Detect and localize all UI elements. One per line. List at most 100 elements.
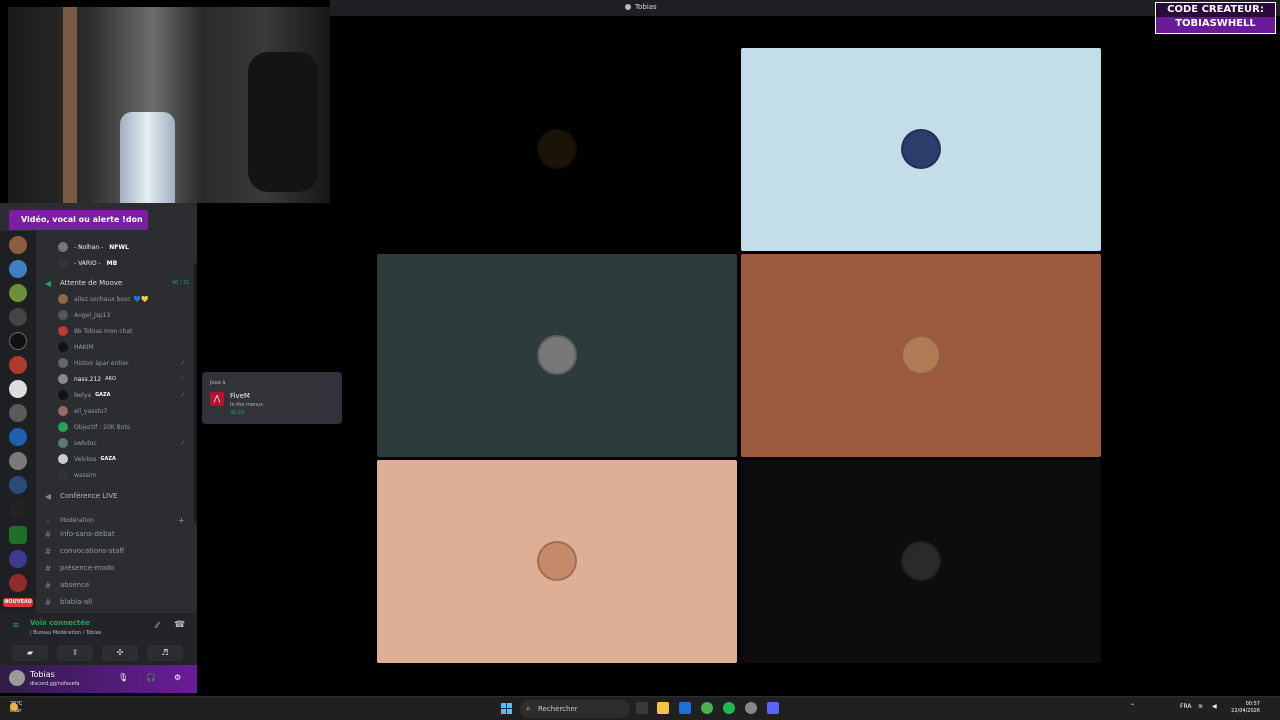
server-icon[interactable] <box>9 476 27 494</box>
participant-tile[interactable] <box>377 48 737 251</box>
speaker-icon: ◀ <box>44 491 52 501</box>
taskbar-clock[interactable]: 00:57 22/04/2026 <box>1228 701 1260 715</box>
voice-member[interactable]: 8b Tobias mon chat <box>58 324 132 338</box>
avatar <box>58 422 68 432</box>
server-list <box>0 231 36 616</box>
spotify-icon[interactable] <box>723 702 735 714</box>
avatar <box>58 294 68 304</box>
windows-taskbar: 26°C Clair ⌕ Rechercher ⌃ FRA ≋ ◀ 00:57 … <box>0 696 1280 720</box>
creator-code-badge: CODE CREATEUR: TOBIASWHELL <box>1155 2 1276 34</box>
member-row[interactable]: - Nolhan - NFWL <box>58 240 129 254</box>
avatar <box>58 326 68 336</box>
server-icon[interactable] <box>9 404 27 422</box>
app-icon[interactable] <box>745 702 757 714</box>
avatar <box>58 406 68 416</box>
voice-member[interactable]: Objectif : 20K Bots <box>58 420 130 434</box>
task-view-icon[interactable] <box>636 702 648 714</box>
disconnect-icon[interactable]: ☎ <box>174 620 185 630</box>
badge-line2: TOBIASWHELL <box>1175 18 1256 29</box>
server-icon[interactable] <box>9 356 27 374</box>
headphones-icon[interactable]: 🎧 <box>146 673 156 682</box>
voice-channel-attente[interactable]: ◀ Attente de Moove <box>44 276 122 290</box>
server-icon[interactable] <box>9 380 27 398</box>
voice-member[interactable]: swbdoc ⁄ <box>58 436 183 450</box>
voice-member[interactable]: wassim <box>58 468 96 482</box>
text-channel[interactable]: # absence <box>44 578 90 592</box>
avatar[interactable] <box>9 670 25 686</box>
hashtag-icon: # <box>44 580 52 590</box>
server-icon[interactable] <box>9 526 27 544</box>
fivem-icon: ⋀ <box>210 392 224 406</box>
server-icon[interactable] <box>9 332 27 350</box>
windows-start-icon[interactable] <box>501 703 513 715</box>
hashtag-icon: # <box>44 597 52 607</box>
voice-member[interactable]: ell_yassto7 <box>58 404 107 418</box>
window-titlebar: Tobias <box>330 0 1280 16</box>
wifi-icon[interactable]: ≋ <box>1198 703 1203 710</box>
discord-sidebar: NOUVEAU Vidéo, vocal ou alerte !don - No… <box>0 203 197 693</box>
member-row[interactable]: - VARIO - MB <box>58 256 117 270</box>
avatar <box>537 541 577 581</box>
webcam-overlay <box>8 7 330 203</box>
avatar <box>901 129 941 169</box>
participant-tile[interactable] <box>741 254 1101 457</box>
game-detail: In the menus <box>230 402 263 408</box>
voice-member[interactable]: Histoir àpar entier ⁄ <box>58 356 183 370</box>
server-icon[interactable] <box>9 308 27 326</box>
chevron-down-icon: ⌄ <box>45 516 51 524</box>
chrome-icon[interactable] <box>701 702 713 714</box>
activities-button[interactable]: ✣ <box>102 645 138 661</box>
server-icon[interactable] <box>9 550 27 568</box>
category-moderation[interactable]: ⌄ Modération <box>44 513 94 527</box>
file-explorer-icon[interactable] <box>657 702 669 714</box>
nouveau-badge: NOUVEAU <box>3 598 33 607</box>
language-indicator[interactable]: FRA <box>1180 703 1191 710</box>
store-icon[interactable] <box>679 702 691 714</box>
soundboard-button[interactable]: ♬ <box>147 645 183 661</box>
participant-tile[interactable] <box>377 460 737 663</box>
noise-icon[interactable]: ⁄⁄ <box>156 621 159 630</box>
text-channel[interactable]: # convocations-staff <box>44 544 125 558</box>
screen: Tobias CODE CREATEUR: TOBIASWHELL NOUVEA… <box>0 0 1280 720</box>
chevron-up-icon[interactable]: ⌃ <box>1130 703 1135 710</box>
server-icon[interactable] <box>9 574 27 592</box>
volume-icon[interactable]: ◀ <box>1212 703 1217 710</box>
camera-off-button[interactable]: ▰ <box>12 645 48 661</box>
add-channel-icon[interactable]: + <box>178 513 185 527</box>
text-channel[interactable]: # info-sans-débat <box>44 527 115 541</box>
participant-tile[interactable] <box>741 460 1101 663</box>
avatar <box>58 342 68 352</box>
voice-connected-sub: | Bureau Modération / Tobias <box>30 630 102 636</box>
avatar <box>58 470 68 480</box>
gear-icon[interactable]: ⚙ <box>174 673 181 682</box>
participant-tile[interactable] <box>741 48 1101 251</box>
server-icon[interactable] <box>9 236 27 254</box>
server-icon[interactable] <box>9 284 27 302</box>
participant-tile[interactable] <box>377 254 737 457</box>
server-icon[interactable] <box>9 260 27 278</box>
channel-scrollbar[interactable] <box>194 263 197 523</box>
voice-member[interactable]: Nelya GAZA ⁄ <box>58 388 183 402</box>
voice-member[interactable]: HAKIM <box>58 340 94 354</box>
webcam-bottle <box>120 112 175 203</box>
voice-member[interactable]: nass.212 ARO ⁄ <box>58 372 183 386</box>
deafen-icon: ⁄ <box>182 375 184 383</box>
voice-member[interactable]: allez sochaux bosc 💙💛 <box>58 292 148 306</box>
microphone-icon[interactable]: 🎙 <box>118 673 128 682</box>
voice-member[interactable]: Angel_jsp13 <box>58 308 110 322</box>
avatar <box>58 310 68 320</box>
voice-channel-conference[interactable]: ◀ Conférence LIVE <box>44 489 117 503</box>
avatar <box>58 242 68 252</box>
server-icon[interactable] <box>9 452 27 470</box>
server-icon[interactable] <box>9 428 27 446</box>
text-channel[interactable]: # blabla-all <box>44 595 92 609</box>
clock-time: 00:57 <box>1245 701 1260 707</box>
screen-share-button[interactable]: ⇪ <box>57 645 93 661</box>
weather-widget[interactable]: 26°C Clair <box>10 701 22 715</box>
text-channel[interactable]: # présence-modo <box>44 561 115 575</box>
server-icon[interactable] <box>9 500 27 518</box>
discord-icon[interactable] <box>767 702 779 714</box>
voice-connected-label[interactable]: Voix connectée <box>30 619 90 627</box>
taskbar-search[interactable]: ⌕ Rechercher <box>520 700 630 718</box>
voice-member[interactable]: Velckos GAZA <box>58 452 116 466</box>
